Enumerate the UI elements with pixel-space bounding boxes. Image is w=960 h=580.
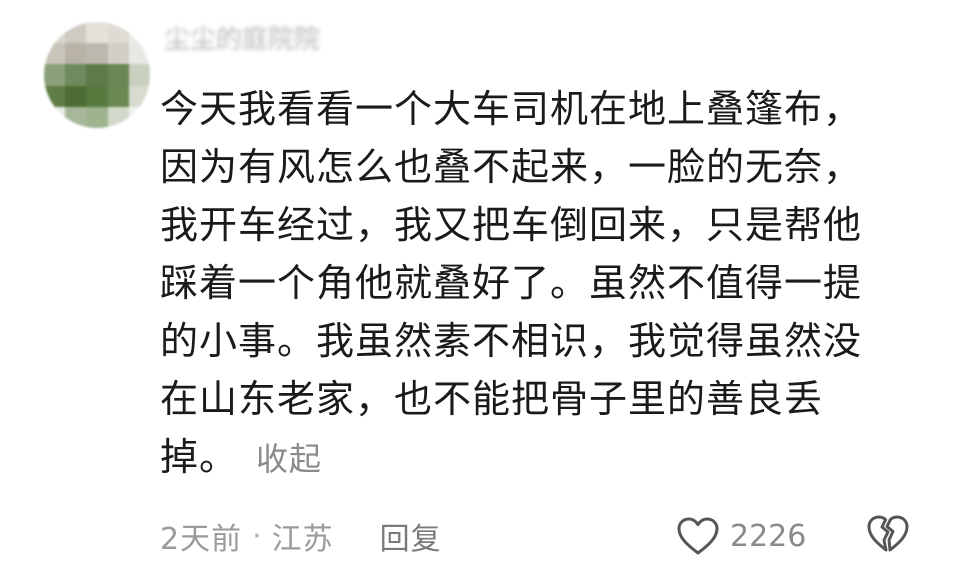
comment-line: 掉。 [160, 435, 239, 479]
username[interactable]: 尘尘的庭院院 [164, 24, 364, 56]
meta-separator: · [252, 518, 262, 554]
like-count: 2226 [730, 518, 807, 554]
comment-line: 的小事。我虽然素不相识，我觉得虽然没 [160, 319, 863, 363]
comment-last-line: 掉。 收起 [160, 428, 900, 488]
reply-button[interactable]: 回复 [380, 514, 442, 558]
comment-line: 我开车经过，我又把车倒回来，只是帮他 [160, 203, 863, 247]
comment-location: 江苏 [271, 522, 334, 557]
comment-footer: 2天前 · 江苏 回复 2226 [160, 512, 920, 560]
like-button[interactable]: 2226 [676, 512, 806, 560]
comment-line: 踩着一个角他就叠好了。虽然不值得一提 [160, 261, 863, 305]
comment-line: 在山东老家，也不能把骨子里的善良丢 [160, 377, 824, 421]
heart-outline-icon [676, 516, 720, 556]
comment-card: 尘尘的庭院院 今天我看看一个大车司机在地上叠篷布， 因为有风怎么也叠不起来，一脸… [0, 0, 960, 580]
dislike-button[interactable] [866, 514, 910, 554]
comment-line: 今天我看看一个大车司机在地上叠篷布， [160, 87, 863, 131]
comment-body: 今天我看看一个大车司机在地上叠篷布， 因为有风怎么也叠不起来，一脸的无奈， 我开… [160, 80, 900, 488]
comment-line: 因为有风怎么也叠不起来，一脸的无奈， [160, 145, 863, 189]
collapse-button[interactable]: 收起 [256, 440, 322, 478]
avatar[interactable] [44, 22, 150, 128]
comment-time: 2天前 [160, 522, 243, 557]
broken-heart-icon [866, 514, 910, 554]
